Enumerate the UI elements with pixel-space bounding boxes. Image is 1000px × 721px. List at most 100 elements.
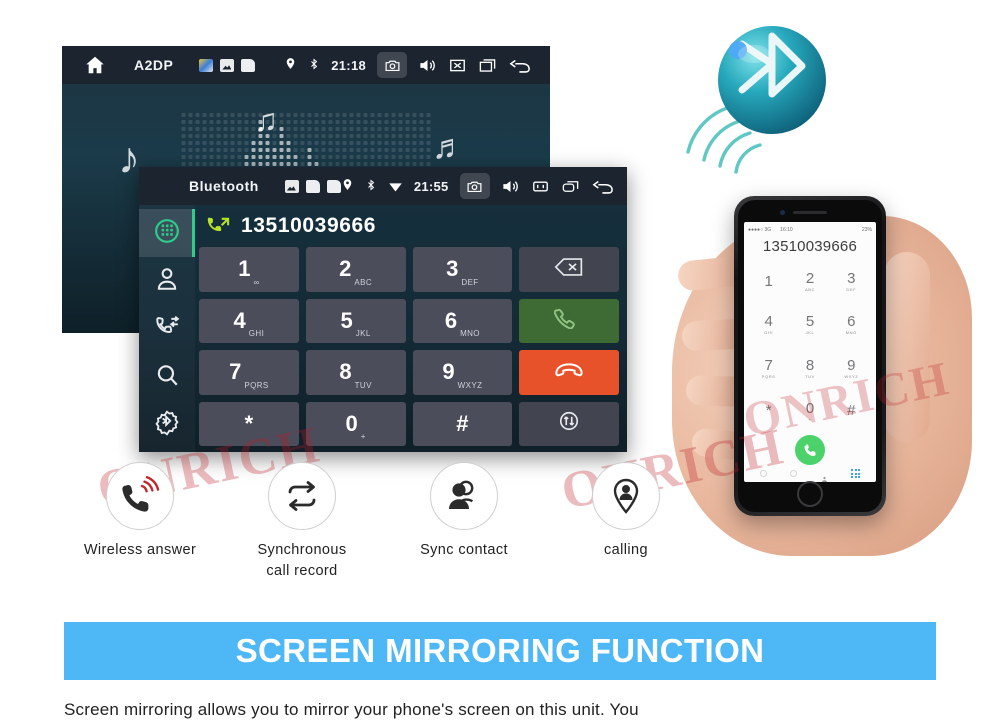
location-pin-icon (341, 178, 354, 195)
back-arrow-icon[interactable] (591, 177, 617, 196)
dialpad-icon (154, 218, 180, 249)
dialpad-key-3[interactable]: 3 DEF (412, 247, 513, 292)
dialpad-key-0[interactable]: 0 + (305, 401, 406, 446)
volume-icon[interactable] (501, 177, 520, 196)
ios-dialpad-key-6[interactable]: 6 MNO (831, 303, 872, 346)
recent-apps-icon[interactable] (561, 177, 580, 196)
ios-dialpad-key-0[interactable]: 0 + (789, 390, 830, 433)
call-end-button[interactable] (519, 350, 619, 395)
feature-label-line: Sync contact (420, 542, 508, 558)
ios-dialpad-key-4[interactable]: 4 GHI (748, 303, 789, 346)
dialpad-key-5[interactable]: 5 JKL (305, 298, 406, 343)
hero-section: A2DP 21:18 ♪ ♫ ♬ Bluetooth 21:55 1351003… (0, 0, 1000, 614)
key-digit: 8 (805, 356, 815, 374)
key-letters: PQRS (761, 373, 776, 379)
ios-call-row (748, 433, 872, 467)
ios-dialpad-key-7[interactable]: 7 PQRS (748, 347, 789, 390)
dialpad-key-#[interactable]: # (412, 401, 513, 446)
key-letters: GHI (764, 330, 774, 336)
dialpad-key-6[interactable]: 6 MNO (412, 298, 513, 343)
lock-app-icon[interactable] (305, 179, 320, 193)
camera-icon[interactable] (459, 173, 490, 199)
feature-label: Synchronous call record (222, 540, 382, 582)
ios-dialpad-key-3[interactable]: 3 DEF (831, 260, 872, 303)
mute-icon[interactable] (448, 56, 467, 75)
dialpad-key-9[interactable]: 9 WXYZ (412, 350, 513, 395)
favorites-tab[interactable] (759, 470, 767, 477)
backspace-button[interactable] (519, 247, 619, 292)
backspace-icon (554, 256, 584, 283)
mute-icon[interactable] (531, 177, 550, 196)
key-digit: 9 (442, 359, 455, 385)
back-arrow-icon[interactable] (508, 56, 534, 75)
file-app-icon[interactable] (241, 58, 256, 72)
ios-dialpad-key-*[interactable]: * (748, 390, 789, 433)
sidebar-item-dialpad[interactable] (139, 209, 195, 257)
key-letters: WXYZ (457, 380, 483, 390)
ios-dialpad-key-8[interactable]: 8 TUV (789, 347, 830, 390)
key-letters: TUV (354, 380, 372, 390)
lock-app-icon[interactable] (326, 179, 341, 193)
sidebar-item-contacts[interactable] (139, 257, 195, 305)
ios-dialpad-key-2[interactable]: 2 ABC (789, 260, 830, 303)
dialpad-key-7[interactable]: 7 PQRS (199, 350, 299, 395)
key-digit: 6 (847, 313, 856, 331)
sidebar-item-search[interactable] (139, 353, 195, 401)
key-letters: ABC (804, 287, 815, 293)
sidebar-item-bluetooth-settings[interactable] (139, 401, 195, 449)
feature-label: Wireless answer (60, 540, 220, 561)
recent-apps-icon[interactable] (478, 56, 497, 75)
media-app-icon[interactable] (284, 179, 299, 193)
contact-person-icon[interactable] (821, 470, 828, 482)
call-answer-button[interactable] (519, 298, 619, 343)
audio-transfer-icon (554, 410, 584, 437)
key-letters: JKL (805, 330, 815, 336)
dialpad-key-*[interactable]: * (199, 401, 299, 446)
dialer-status-bar: Bluetooth 21:55 (139, 167, 627, 209)
dialpad-grid: 1 ∞ 2 ABC 3 DEF 4 GHI 5 JKL 6 MNO 7 PQRS 8 TUV 9 WXYZ * 0 + # (199, 247, 619, 446)
key-digit: 7 (764, 356, 773, 374)
feature-wireless-answer: Wireless answer (60, 462, 220, 561)
key-digit: 2 (339, 256, 352, 282)
bluetooth-icon (308, 57, 320, 74)
key-letters: PQRS (244, 380, 269, 390)
dialpad-key-2[interactable]: 2 ABC (305, 247, 406, 292)
audio-transfer-button[interactable] (519, 401, 619, 446)
call-answer-icon[interactable] (795, 435, 825, 465)
camera-icon[interactable] (377, 52, 407, 78)
front-camera-icon (780, 210, 785, 215)
media-app-icon[interactable] (199, 58, 214, 72)
ios-dialpad-key-5[interactable]: 5 JKL (789, 303, 830, 346)
key-digit: 4 (233, 307, 246, 333)
recents-tab[interactable] (790, 470, 798, 477)
key-digit: 1 (238, 256, 251, 282)
thumb (884, 252, 930, 442)
ios-tab-bar (748, 467, 872, 482)
dialpad-icon[interactable] (851, 469, 861, 478)
key-digit: * (765, 402, 772, 420)
dialpad-key-4[interactable]: 4 GHI (199, 298, 299, 343)
volume-icon[interactable] (418, 56, 437, 75)
feature-list: Wireless answer Synchronous call record (84, 462, 704, 592)
home-icon[interactable] (84, 54, 106, 76)
sidebar-item-call-log[interactable] (139, 305, 195, 353)
key-digit: 6 (444, 307, 458, 333)
location-pin-icon (284, 57, 297, 74)
ios-dialpad-key-#[interactable]: # (831, 390, 872, 433)
section-banner: SCREEN MIRRORING FUNCTION (64, 622, 936, 680)
key-letters: ∞ (253, 277, 260, 287)
car-unit-screen-dialer: Bluetooth 21:55 13510039666 1 ∞ 2 ABC 3 … (139, 167, 627, 452)
sync-loop-icon (268, 462, 336, 530)
ios-dialpad-key-9[interactable]: 9 WXYZ (831, 347, 872, 390)
key-letters: MNO (845, 330, 857, 336)
dialpad-key-1[interactable]: 1 ∞ (199, 247, 299, 292)
ios-dialpad-key-1[interactable]: 1 (748, 260, 789, 303)
dialpad-key-8[interactable]: 8 TUV (305, 350, 406, 395)
call-end-icon (554, 359, 584, 386)
ios-clock: 16:10 (780, 226, 793, 233)
feature-label-line: call record (266, 563, 338, 580)
ios-dialed-number: 13510039666 (763, 238, 857, 255)
dialed-number: 13510039666 (241, 214, 377, 237)
gallery-app-icon[interactable] (220, 58, 235, 72)
home-button[interactable] (797, 481, 823, 507)
